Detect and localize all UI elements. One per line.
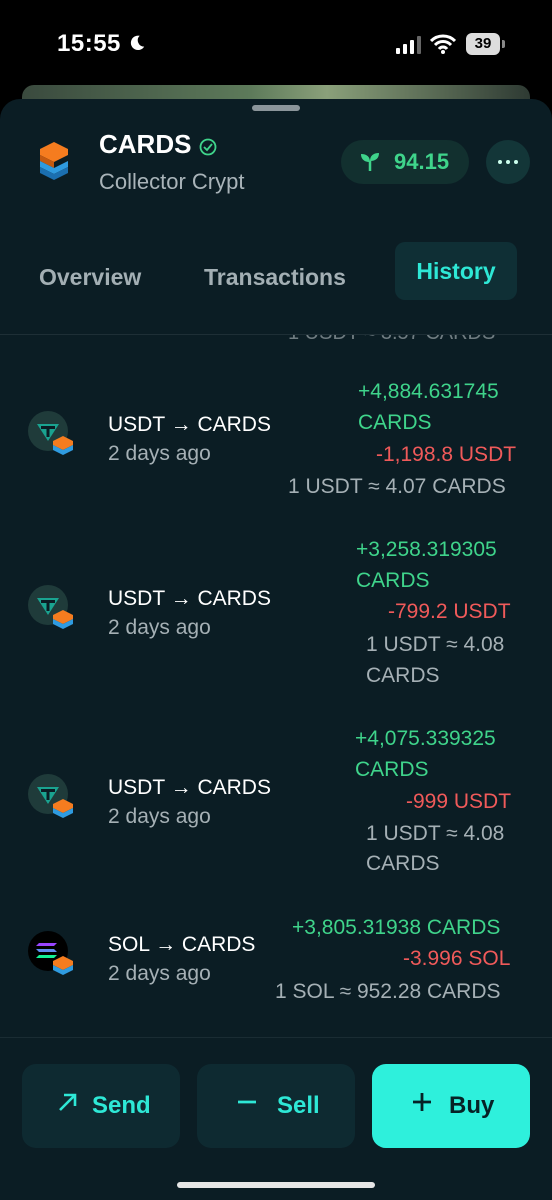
send-button[interactable]: Send: [22, 1064, 180, 1148]
sheet-grabber[interactable]: [252, 105, 300, 111]
minus-icon: [238, 1100, 256, 1104]
received-amount: +3,805.31938 CARDS: [292, 916, 501, 939]
buy-label: Buy: [449, 1092, 495, 1119]
tab-history[interactable]: History: [395, 242, 517, 300]
swap-time: 2 days ago: [108, 962, 211, 985]
received-unit: CARDS: [356, 569, 430, 592]
history-list[interactable]: 1 USDT ≈ 3.57 CARDS USDT → CARDS 2 days …: [0, 335, 552, 1035]
arrow-up-right-icon: [59, 1093, 77, 1111]
exchange-rate: 1 USDT ≈ 4.08: [366, 822, 505, 845]
tab-overview[interactable]: Overview: [39, 257, 141, 297]
token-sheet: CARDS Collector Crypt 94.15 Overview Tra…: [0, 99, 552, 1200]
exchange-rate: 1 USDT ≈ 4.08: [366, 633, 505, 656]
swap-pair: USDT → CARDS: [108, 776, 271, 799]
more-options-button[interactable]: [486, 140, 530, 184]
cards-logo-icon: [40, 142, 68, 180]
swap-time: 2 days ago: [108, 616, 211, 639]
dot-icon: [506, 160, 510, 164]
swap-time: 2 days ago: [108, 805, 211, 828]
exchange-rate-unit: CARDS: [366, 664, 440, 687]
spent-amount: -1,198.8 USDT: [376, 443, 517, 466]
score-badge[interactable]: 94.15: [341, 140, 469, 184]
signal-icon: [396, 36, 421, 54]
battery-icon: 39: [466, 33, 508, 55]
dot-icon: [498, 160, 502, 164]
received-unit: CARDS: [358, 411, 432, 434]
exchange-rate: 1 SOL ≈ 952.28 CARDS: [275, 980, 501, 1003]
received-unit: CARDS: [355, 758, 429, 781]
verified-badge-icon: [199, 138, 217, 156]
swap-time: 2 days ago: [108, 442, 211, 465]
token-name: CARDS: [99, 129, 192, 159]
swap-pair: SOL → CARDS: [108, 933, 256, 956]
token-subtitle: Collector Crypt: [99, 169, 245, 194]
spent-amount: -999 USDT: [406, 790, 512, 813]
exchange-rate-unit: CARDS: [366, 852, 440, 875]
sprout-icon: [361, 153, 379, 171]
status-bar: 15:55 39: [0, 0, 552, 90]
spent-amount: -3.996 SOL: [403, 947, 511, 970]
swap-pair: USDT → CARDS: [108, 587, 271, 610]
swap-pair: USDT → CARDS: [108, 413, 271, 436]
tab-bar: Overview Transactions History: [0, 239, 552, 335]
received-amount: +4,075.339325: [355, 727, 496, 750]
usdt-swap-icon: [28, 774, 73, 818]
score-value: 94.15: [394, 149, 450, 174]
partial-rate-text: 1 USDT ≈ 3.57 CARDS: [288, 335, 495, 345]
moon-icon: [130, 35, 145, 51]
wifi-icon: [430, 34, 456, 54]
action-bar: Send Sell Buy: [0, 1037, 552, 1200]
spent-amount: -799.2 USDT: [388, 600, 511, 623]
received-amount: +4,884.631745: [358, 380, 499, 403]
exchange-rate: 1 USDT ≈ 4.07 CARDS: [288, 475, 506, 498]
usdt-swap-icon: [28, 411, 73, 455]
sell-label: Sell: [277, 1092, 320, 1119]
tab-transactions[interactable]: Transactions: [204, 257, 346, 297]
sell-button[interactable]: Sell: [197, 1064, 355, 1148]
dot-icon: [514, 160, 518, 164]
received-amount: +3,258.319305: [356, 538, 497, 561]
battery-tip: [502, 40, 505, 48]
status-time: 15:55: [57, 30, 121, 57]
buy-button[interactable]: Buy: [372, 1064, 530, 1148]
plus-icon: [413, 1093, 431, 1111]
home-indicator: [177, 1182, 375, 1188]
send-label: Send: [92, 1092, 151, 1119]
sol-swap-icon: [28, 931, 73, 975]
usdt-swap-icon: [28, 585, 73, 629]
battery-level: 39: [466, 33, 500, 55]
